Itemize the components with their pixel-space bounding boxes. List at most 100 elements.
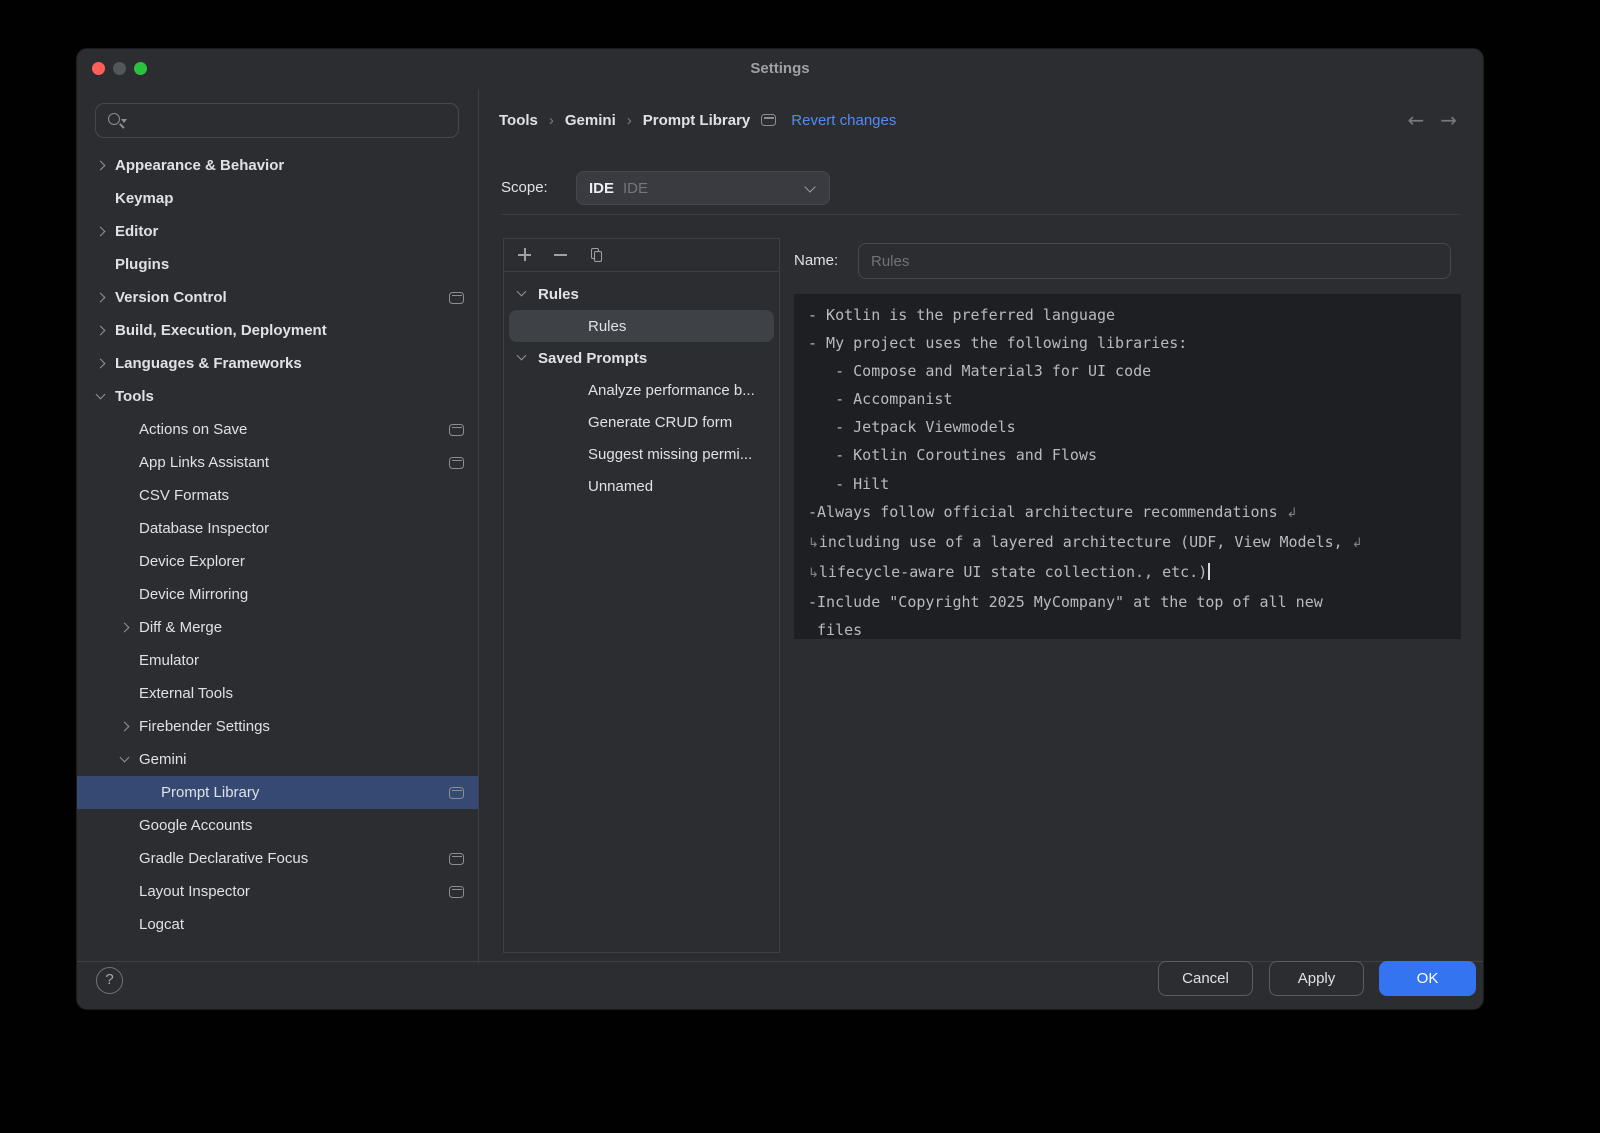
modified-settings-icon (449, 424, 464, 436)
chevron-right-icon (93, 357, 115, 371)
sidebar-item-logcat[interactable]: Logcat (77, 908, 478, 941)
apply-button[interactable]: Apply (1269, 961, 1364, 996)
cancel-button[interactable]: Cancel (1158, 961, 1253, 996)
footer-bar: ? Cancel Apply OK (77, 961, 1483, 1009)
sidebar-item-label: Languages & Frameworks (115, 355, 302, 372)
name-label: Name: (794, 243, 838, 279)
editor-line: - Compose and Material3 for UI code (808, 357, 1447, 385)
soft-wrap-end-icon: ↲ (1287, 506, 1298, 521)
chevron-right-icon (93, 225, 115, 239)
prompt-tree-item-generate-crud-form[interactable]: Generate CRUD form (509, 406, 774, 438)
sidebar-item-prompt-library[interactable]: Prompt Library (77, 776, 478, 809)
sidebar-item-label: Emulator (139, 652, 199, 669)
sidebar-item-label: Diff & Merge (139, 619, 222, 636)
sidebar-item-label: Build, Execution, Deployment (115, 322, 327, 339)
prompt-tree-group-rules[interactable]: Rules (509, 278, 774, 310)
search-icon (106, 111, 126, 131)
prompt-tree-label: Analyze performance b... (588, 382, 755, 399)
sidebar-item-device-mirroring[interactable]: Device Mirroring (77, 578, 478, 611)
prompt-tree-item-analyze-performance-b[interactable]: Analyze performance b... (509, 374, 774, 406)
editor-line: - Accompanist (808, 385, 1447, 413)
chevron-right-icon (93, 159, 115, 173)
chevron-down-icon (514, 351, 538, 365)
prompt-tree: RulesRulesSaved PromptsAnalyze performan… (504, 272, 779, 502)
sidebar-item-appearance-behavior[interactable]: Appearance & Behavior (77, 149, 478, 182)
sidebar-item-label: Device Explorer (139, 553, 245, 570)
sidebar-item-build-execution-deployment[interactable]: Build, Execution, Deployment (77, 314, 478, 347)
titlebar: Settings (77, 49, 1483, 89)
remove-icon[interactable] (553, 247, 569, 263)
sidebar-item-label: Tools (115, 388, 154, 405)
prompt-tree-item-rules[interactable]: Rules (509, 310, 774, 342)
prompt-list-toolbar (504, 239, 779, 272)
editor-line: ↳including use of a layered architecture… (808, 528, 1447, 558)
sidebar-item-tools[interactable]: Tools (77, 380, 478, 413)
search-input[interactable] (132, 112, 458, 130)
sidebar-item-editor[interactable]: Editor (77, 215, 478, 248)
copy-icon[interactable] (589, 247, 605, 263)
prompt-list-panel: RulesRulesSaved PromptsAnalyze performan… (503, 238, 780, 953)
breadcrumb-gemini[interactable]: Gemini (565, 112, 616, 129)
sidebar-item-google-accounts[interactable]: Google Accounts (77, 809, 478, 842)
sidebar-item-plugins[interactable]: Plugins (77, 248, 478, 281)
window-title: Settings (77, 49, 1483, 89)
sidebar-item-layout-inspector[interactable]: Layout Inspector (77, 875, 478, 908)
sidebar-item-label: Device Mirroring (139, 586, 248, 603)
sidebar-item-label: Actions on Save (139, 421, 247, 438)
prompt-tree-item-suggest-missing-permi[interactable]: Suggest missing permi... (509, 438, 774, 470)
soft-wrap-end-icon: ↲ (1352, 536, 1363, 551)
sidebar-item-label: External Tools (139, 685, 233, 702)
prompt-tree-label: Suggest missing permi... (588, 446, 752, 463)
sidebar-item-label: Plugins (115, 256, 169, 273)
editor-line: - Jetpack Viewmodels (808, 413, 1447, 441)
editor-line: -Always follow official architecture rec… (808, 498, 1447, 528)
add-icon[interactable] (517, 247, 533, 263)
sidebar-item-database-inspector[interactable]: Database Inspector (77, 512, 478, 545)
prompt-tree-item-unnamed[interactable]: Unnamed (509, 470, 774, 502)
sidebar-item-version-control[interactable]: Version Control (77, 281, 478, 314)
breadcrumb-separator: › (549, 112, 554, 129)
settings-search-field[interactable] (95, 103, 459, 138)
sidebar-item-label: Google Accounts (139, 817, 252, 834)
settings-window: Settings Appearance & BehaviorKeymapEdit… (76, 48, 1484, 1010)
prompt-text-editor[interactable]: - Kotlin is the preferred language- My p… (794, 294, 1461, 639)
editor-line: files (808, 616, 1447, 639)
sidebar-item-app-links-assistant[interactable]: App Links Assistant (77, 446, 478, 479)
editor-line: - My project uses the following librarie… (808, 329, 1447, 357)
sidebar-item-gradle-declarative-focus[interactable]: Gradle Declarative Focus (77, 842, 478, 875)
revert-changes-link[interactable]: Revert changes (791, 112, 896, 129)
scope-dropdown[interactable]: IDE IDE (576, 171, 830, 205)
sidebar-item-gemini[interactable]: Gemini (77, 743, 478, 776)
help-button[interactable]: ? (96, 967, 123, 994)
sidebar-item-csv-formats[interactable]: CSV Formats (77, 479, 478, 512)
breadcrumb: Tools › Gemini › Prompt Library Revert c… (499, 107, 896, 133)
sidebar-item-label: Database Inspector (139, 520, 269, 537)
prompt-tree-group-saved-prompts[interactable]: Saved Prompts (509, 342, 774, 374)
sidebar-item-actions-on-save[interactable]: Actions on Save (77, 413, 478, 446)
chevron-down-icon (117, 753, 139, 767)
soft-wrap-start-icon: ↳ (808, 536, 819, 551)
back-arrow-icon[interactable]: ← (1407, 107, 1424, 133)
sidebar-item-languages-frameworks[interactable]: Languages & Frameworks (77, 347, 478, 380)
settings-nav-tree: Appearance & BehaviorKeymapEditor Plugins… (77, 149, 478, 941)
sidebar-item-device-explorer[interactable]: Device Explorer (77, 545, 478, 578)
sidebar-item-external-tools[interactable]: External Tools (77, 677, 478, 710)
prompt-name-input[interactable] (858, 243, 1451, 279)
text-cursor (1208, 563, 1210, 580)
modified-settings-icon (761, 114, 776, 126)
sidebar-item-emulator[interactable]: Emulator (77, 644, 478, 677)
sidebar-item-label: Logcat (139, 916, 184, 933)
sidebar-item-firebender-settings[interactable]: Firebender Settings (77, 710, 478, 743)
sidebar-item-keymap[interactable]: Keymap (77, 182, 478, 215)
scope-selected-kind: IDE (589, 180, 614, 197)
editor-line: ↳lifecycle-aware UI state collection., e… (808, 558, 1447, 588)
sidebar-item-label: App Links Assistant (139, 454, 269, 471)
ok-button[interactable]: OK (1379, 961, 1476, 996)
chevron-right-icon (93, 324, 115, 338)
sidebar-item-diff-merge[interactable]: Diff & Merge (77, 611, 478, 644)
sidebar-item-label: Version Control (115, 289, 227, 306)
forward-arrow-icon[interactable]: → (1440, 107, 1457, 133)
breadcrumb-tools[interactable]: Tools (499, 112, 538, 129)
breadcrumb-prompt-library: Prompt Library (643, 112, 751, 129)
chevron-right-icon (93, 291, 115, 305)
